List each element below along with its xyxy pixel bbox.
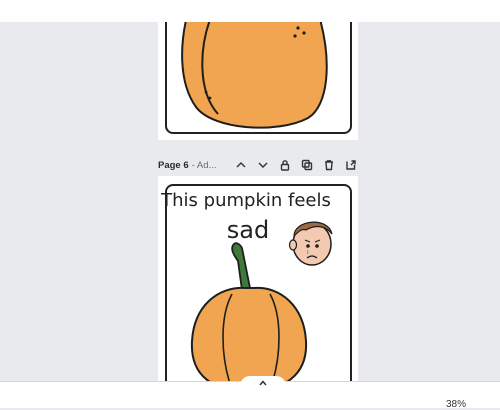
zoom-level[interactable]: 38%: [446, 399, 466, 410]
top-toolbar: [0, 0, 500, 22]
expand-pages-button[interactable]: [240, 376, 286, 390]
duplicate-page-button[interactable]: [296, 155, 318, 175]
lock-icon: [281, 160, 290, 171]
add-page-button[interactable]: [340, 155, 362, 175]
chevron-up-icon: [236, 162, 246, 168]
page-6-card[interactable]: This pumpkin feels sad: [158, 176, 358, 386]
chevron-down-icon: [258, 162, 268, 168]
move-page-down-button[interactable]: [252, 155, 274, 175]
add-page-icon: [346, 160, 357, 170]
lock-page-button[interactable]: [274, 155, 296, 175]
page-header: Page 6 - Ad...: [158, 155, 368, 175]
bottom-toolbar: 38%: [0, 376, 500, 410]
page-title-label[interactable]: - Ad...: [192, 160, 217, 171]
move-page-up-button[interactable]: [230, 155, 252, 175]
page-5-card[interactable]: [158, 22, 358, 140]
chevron-up-icon: [259, 380, 267, 386]
delete-page-button[interactable]: [318, 155, 340, 175]
trash-icon: [325, 160, 334, 171]
page-number-label[interactable]: Page 6: [158, 160, 189, 171]
pumpkin-illustration: [190, 242, 308, 386]
duplicate-icon: [302, 159, 313, 171]
pumpkin-body-illustration: [181, 22, 328, 129]
